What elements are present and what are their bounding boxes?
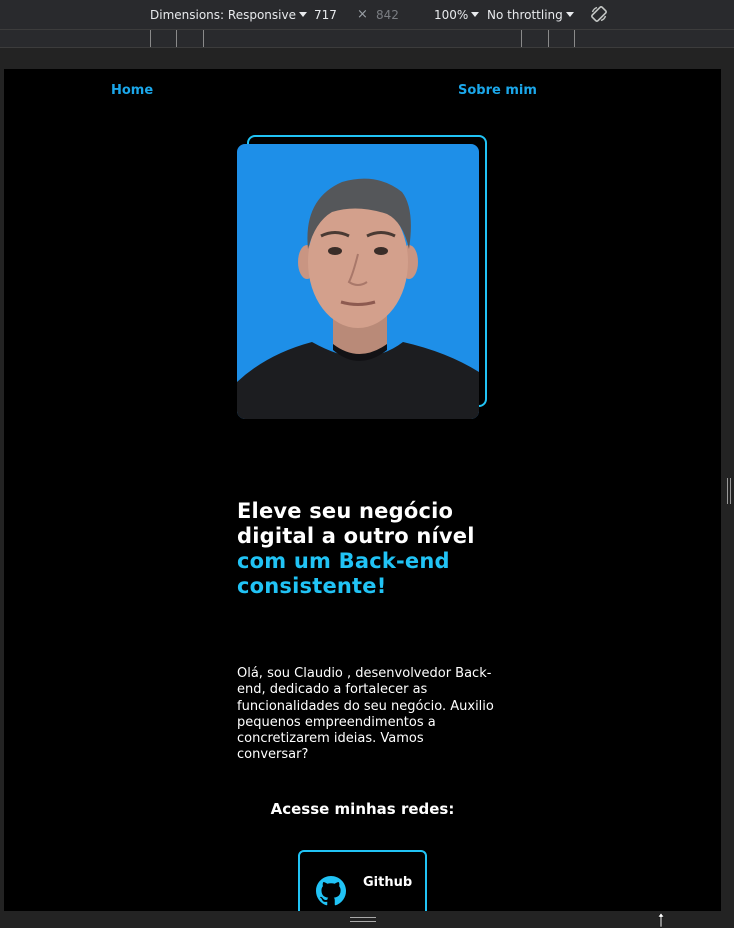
dimensions-label: Dimensions: Responsive (150, 8, 296, 22)
chevron-down-icon (471, 12, 480, 17)
devtools-toolbar: Dimensions: Responsive 717 × 842 100% No… (0, 0, 734, 30)
throttling-label: No throttling (487, 8, 563, 22)
chevron-down-icon (298, 12, 307, 17)
chevron-down-icon (565, 12, 574, 17)
headline-main: Eleve seu negócio digital a outro nível (237, 499, 475, 548)
width-input[interactable]: 717 (314, 8, 337, 22)
github-label: Github (363, 875, 413, 890)
profile-photo (237, 144, 479, 419)
hero-headline: Eleve seu negócio digital a outro nível … (237, 499, 497, 599)
ruler-tick (150, 30, 151, 47)
ruler-tick (548, 30, 549, 47)
resize-cursor-icon (657, 912, 665, 928)
throttling-dropdown[interactable]: No throttling (487, 8, 574, 22)
times-icon: × (357, 7, 368, 22)
social-section-title: Acesse minhas redes: (270, 800, 455, 818)
nav-home-link[interactable]: Home (111, 83, 153, 98)
device-ruler (0, 30, 734, 48)
resize-handle-right[interactable] (727, 478, 731, 504)
page-viewport: Home Sobre mim Eleve seu negócio digital… (4, 69, 721, 911)
nav-about-link[interactable]: Sobre mim (458, 83, 537, 98)
person-portrait (237, 178, 479, 419)
about-paragraph: Olá, sou Claudio , desenvolvedor Back-en… (237, 666, 494, 763)
github-button[interactable]: Github (298, 850, 427, 911)
headline-accent: com um Back-end consistente! (237, 549, 450, 598)
dimensions-dropdown[interactable]: Dimensions: Responsive (150, 8, 307, 22)
ruler-tick (574, 30, 575, 47)
resize-handle-bottom[interactable] (350, 917, 376, 922)
github-icon (316, 876, 346, 906)
zoom-label: 100% (434, 8, 469, 22)
zoom-dropdown[interactable]: 100% (434, 8, 480, 22)
ruler-tick (203, 30, 204, 47)
rotate-icon[interactable] (590, 5, 608, 23)
ruler-tick (176, 30, 177, 47)
ruler-tick (521, 30, 522, 47)
height-input[interactable]: 842 (376, 8, 399, 22)
